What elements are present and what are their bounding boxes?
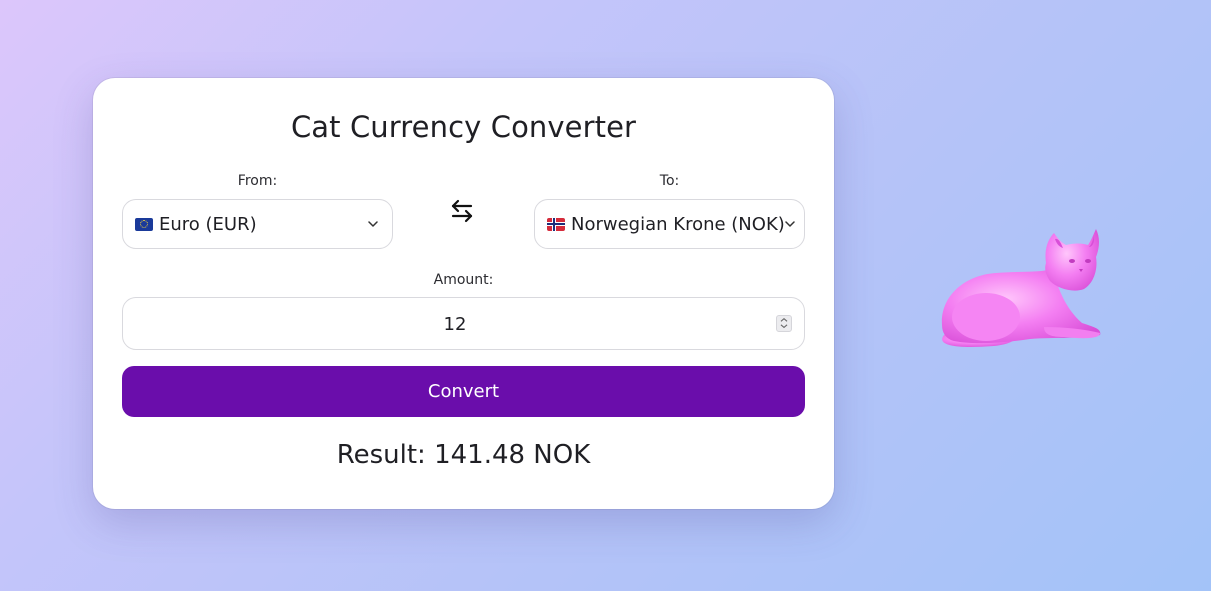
number-spinner[interactable] xyxy=(776,315,792,332)
to-currency-value: Norwegian Krone (NOK) xyxy=(571,213,785,235)
converter-card: Cat Currency Converter From: Euro (EUR) … xyxy=(93,78,834,509)
result-text: Result: 141.48 NOK xyxy=(336,440,591,470)
swap-arrows-icon[interactable] xyxy=(449,199,475,223)
convert-button[interactable]: Convert xyxy=(122,366,805,417)
amount-input[interactable]: 12 xyxy=(122,297,805,350)
eu-flag-icon xyxy=(135,217,153,231)
page-title: Cat Currency Converter xyxy=(290,110,637,144)
spinner-arrows-icon xyxy=(780,317,788,329)
from-currency-select[interactable]: Euro (EUR) xyxy=(122,199,393,249)
norway-flag-icon xyxy=(547,217,565,231)
amount-value: 12 xyxy=(443,314,467,335)
to-currency-select[interactable]: Norwegian Krone (NOK) xyxy=(534,199,805,249)
pink-cat-figure xyxy=(941,229,1101,347)
from-label: From: xyxy=(237,173,278,189)
from-currency-value: Euro (EUR) xyxy=(159,213,257,235)
to-label: To: xyxy=(659,173,680,189)
chevron-down-icon xyxy=(785,221,795,227)
amount-label: Amount: xyxy=(433,272,494,288)
chevron-down-icon xyxy=(368,221,378,227)
